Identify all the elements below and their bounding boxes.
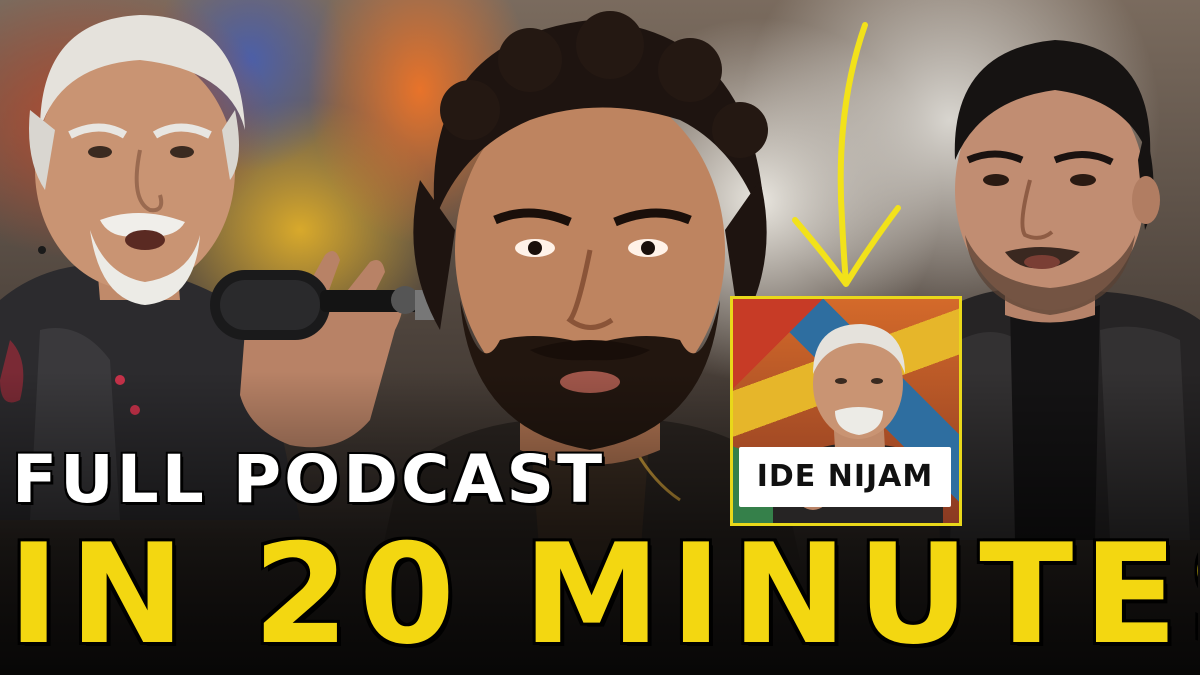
headline-line-2: IN 20 MINUTES [8,520,1198,670]
inset-label: IDE NIJAM [739,447,951,507]
video-thumbnail[interactable]: IDE NIJAM FULL PODCAST IN 20 MINUTES [0,0,1200,675]
inset-clip[interactable]: IDE NIJAM [730,296,962,526]
arrow-down-icon [780,20,910,300]
headline-line-1: FULL PODCAST [12,441,606,518]
